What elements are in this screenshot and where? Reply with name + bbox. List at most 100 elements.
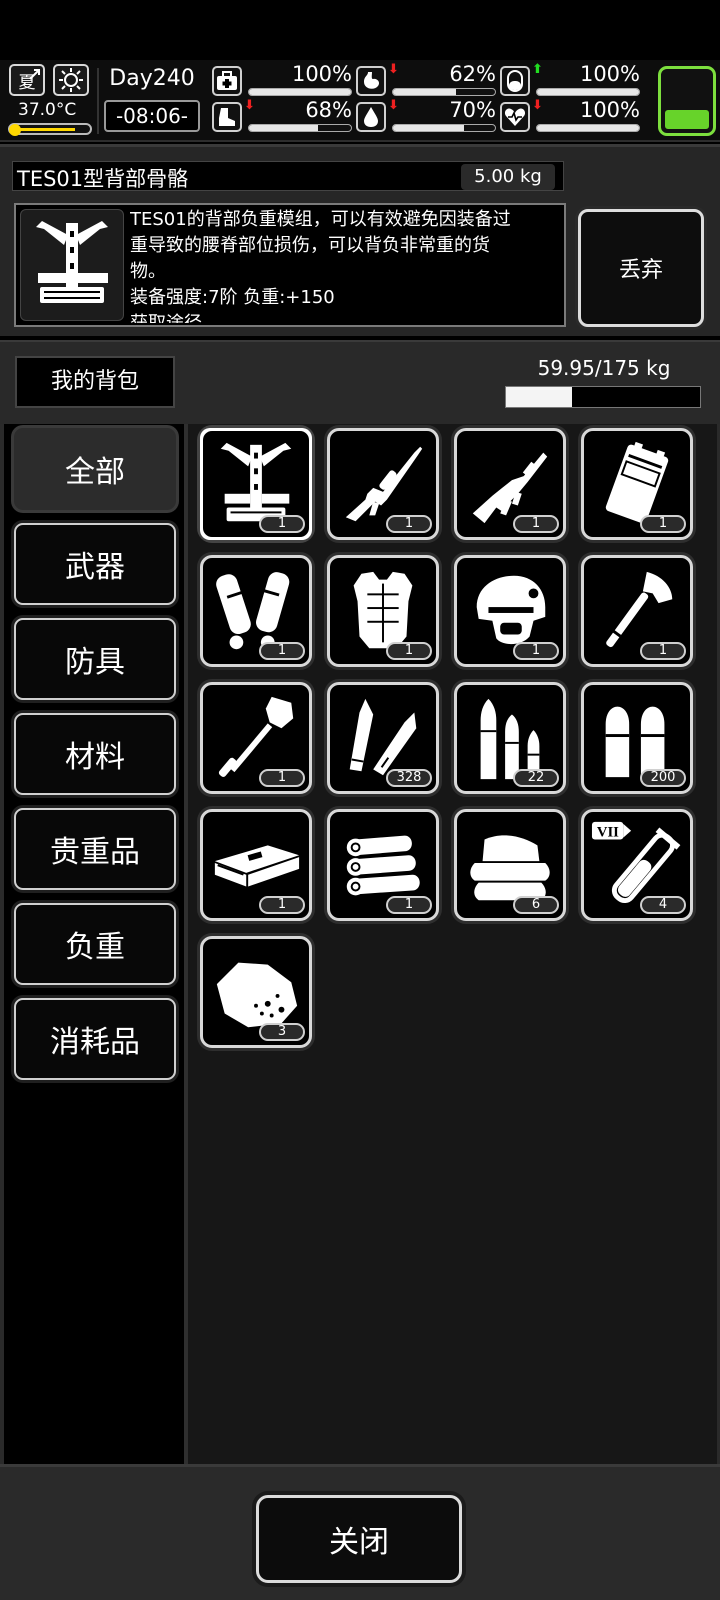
battery-indicator — [658, 66, 716, 136]
trend-arrow-icon: ⬇ — [244, 98, 255, 113]
close-button[interactable]: 关闭 — [256, 1495, 462, 1583]
category-tab[interactable]: 全部 — [14, 428, 176, 510]
exoskeleton-thumb — [36, 221, 108, 303]
item-count: 328 — [386, 769, 432, 787]
item-count: 200 — [640, 769, 686, 787]
inventory-slot[interactable]: 328 — [327, 682, 439, 794]
stat-value: 100% — [579, 62, 640, 86]
stat-heart: ⬇ 100% — [500, 98, 644, 136]
category-tab[interactable]: 消耗品 — [14, 998, 176, 1080]
temperature-gauge — [8, 123, 92, 136]
item-count: 6 — [513, 896, 559, 914]
heart-icon — [500, 102, 530, 132]
inventory-slot[interactable]: 1 — [454, 555, 566, 667]
stat-bar — [536, 88, 640, 96]
inventory-slot[interactable]: 1 — [200, 428, 312, 540]
inventory-slot[interactable]: VII 4 — [581, 809, 693, 921]
day-counter: Day240 — [109, 66, 195, 91]
category-tab[interactable]: 贵重品 — [14, 808, 176, 890]
item-count: 1 — [386, 642, 432, 660]
clock: -08:06- — [104, 100, 200, 132]
stat-water-drop: ⬇ 70% — [356, 98, 500, 136]
discard-button[interactable]: 丢弃 — [578, 209, 704, 327]
stat-value: 100% — [291, 62, 352, 86]
inventory-slot[interactable]: 1 — [581, 428, 693, 540]
stat-boot: ⬇ 68% — [212, 98, 356, 136]
item-count: 1 — [640, 642, 686, 660]
capacity-bar — [505, 386, 701, 408]
inventory-slot[interactable]: 200 — [581, 682, 693, 794]
item-count: 4 — [640, 896, 686, 914]
item-count: 1 — [259, 769, 305, 787]
inventory-slot[interactable]: 1 — [327, 428, 439, 540]
item-count: 1 — [386, 896, 432, 914]
inventory-slot[interactable]: 1 — [327, 555, 439, 667]
footer: 关闭 — [0, 1464, 720, 1600]
item-weight: 5.00 kg — [461, 164, 555, 190]
item-count: 1 — [259, 642, 305, 660]
boot-icon — [212, 102, 242, 132]
inventory-slot[interactable]: 3 — [200, 936, 312, 1048]
temperature-text: 37.0°C — [18, 100, 77, 120]
item-count: 3 — [259, 1023, 305, 1041]
item-count: 1 — [640, 515, 686, 533]
trend-arrow-icon: ⬇ — [532, 98, 543, 113]
inventory-slot[interactable]: 1 — [454, 428, 566, 540]
stat-stomach: ⬇ 62% — [356, 62, 500, 100]
backpack-header: 我的背包 59.95/175 kg — [0, 340, 720, 424]
item-count: 1 — [513, 642, 559, 660]
inventory-slot[interactable]: 1 — [200, 682, 312, 794]
item-count: 1 — [513, 515, 559, 533]
season-badge: 夏 — [9, 64, 45, 96]
stat-value: 70% — [449, 98, 496, 122]
stat-capsule: ⬆ 100% — [500, 62, 644, 100]
stat-bar — [248, 88, 352, 96]
category-sidebar: 全部武器防具材料贵重品负重消耗品 — [0, 424, 188, 1464]
trend-arrow-icon: ⬇ — [388, 98, 399, 113]
description-line: 获取途径 — [130, 311, 558, 323]
item-description: TES01的背部负重模组，可以有效避免因装备过 重导致的腰脊部位损伤，可以背负非常… — [130, 207, 558, 323]
stat-bar — [392, 124, 496, 132]
item-count: 1 — [386, 515, 432, 533]
stat-value: 62% — [449, 62, 496, 86]
stomach-icon — [356, 66, 386, 96]
description-line: TES01的背部负重模组，可以有效避免因装备过 — [130, 209, 511, 230]
stat-bar — [392, 88, 496, 96]
description-line: 物。 — [130, 261, 166, 282]
stat-bar — [248, 124, 352, 132]
category-tab[interactable]: 负重 — [14, 903, 176, 985]
item-name-bar: TES01型背部骨骼 5.00 kg — [12, 161, 564, 191]
inventory-slot[interactable]: 1 — [581, 555, 693, 667]
inventory-grid: 1 1 1 1 1 1 1 1 1 328 22 200 1 1 6 VII 4 3 — [188, 424, 720, 1464]
stat-value: 100% — [579, 98, 640, 122]
trend-arrow-icon: ⬆ — [532, 62, 543, 77]
inventory-slot[interactable]: 1 — [327, 809, 439, 921]
item-count: 22 — [513, 769, 559, 787]
item-description-box[interactable]: TES01的背部负重模组，可以有效避免因装备过 重导致的腰脊部位损伤，可以背负非常… — [14, 203, 566, 327]
category-tab[interactable]: 武器 — [14, 523, 176, 605]
status-bar: 夏 37.0°C Day240 -08:06- 100% ⬇ 62% ⬆ 100% ⬇ 68… — [0, 60, 720, 142]
item-count: 1 — [259, 896, 305, 914]
inventory-slot[interactable]: 1 — [200, 809, 312, 921]
inventory-slot[interactable]: 6 — [454, 809, 566, 921]
inventory-slot[interactable]: 1 — [200, 555, 312, 667]
item-detail-panel: TES01型背部骨骼 5.00 kg TES01的背部负重模组，可以有效避免因装… — [0, 144, 720, 336]
water-drop-icon — [356, 102, 386, 132]
season-arrow-icon — [29, 69, 40, 80]
back-exoskeleton-icon — [20, 209, 124, 321]
capacity-text: 59.95/175 kg — [537, 356, 671, 380]
inventory-slot[interactable]: 22 — [454, 682, 566, 794]
stat-medkit: 100% — [212, 62, 356, 100]
capsule-icon — [500, 66, 530, 96]
medkit-icon — [212, 66, 242, 96]
description-line: 重导致的腰脊部位损伤，可以背负非常重的货 — [130, 235, 490, 256]
item-name: TES01型背部骨骼 — [17, 167, 189, 191]
category-tab[interactable]: 材料 — [14, 713, 176, 795]
sun-icon — [53, 64, 89, 96]
stat-value: 68% — [305, 98, 352, 122]
stat-bar — [536, 124, 640, 132]
backpack-title: 我的背包 — [15, 356, 175, 408]
svg-text:VII: VII — [597, 825, 619, 841]
description-line: 装备强度:7阶 负重:+150 — [130, 287, 335, 308]
category-tab[interactable]: 防具 — [14, 618, 176, 700]
